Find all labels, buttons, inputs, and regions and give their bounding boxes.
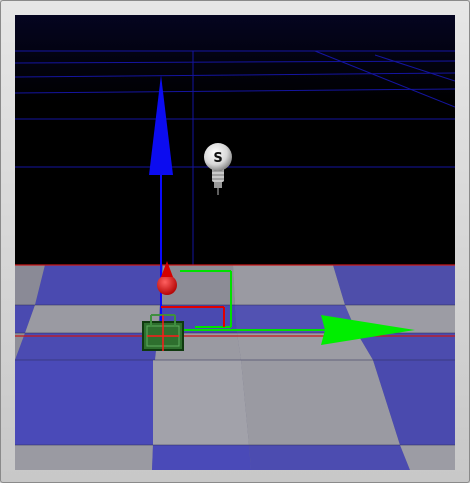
floor-grid — [15, 265, 455, 470]
z-axis-handle[interactable] — [157, 275, 177, 295]
3d-viewport[interactable]: S — [15, 15, 455, 470]
viewport-frame: S — [0, 0, 470, 483]
scene-background — [15, 15, 455, 265]
scene-canvas[interactable]: S — [15, 15, 455, 470]
light-label: S — [213, 151, 222, 166]
